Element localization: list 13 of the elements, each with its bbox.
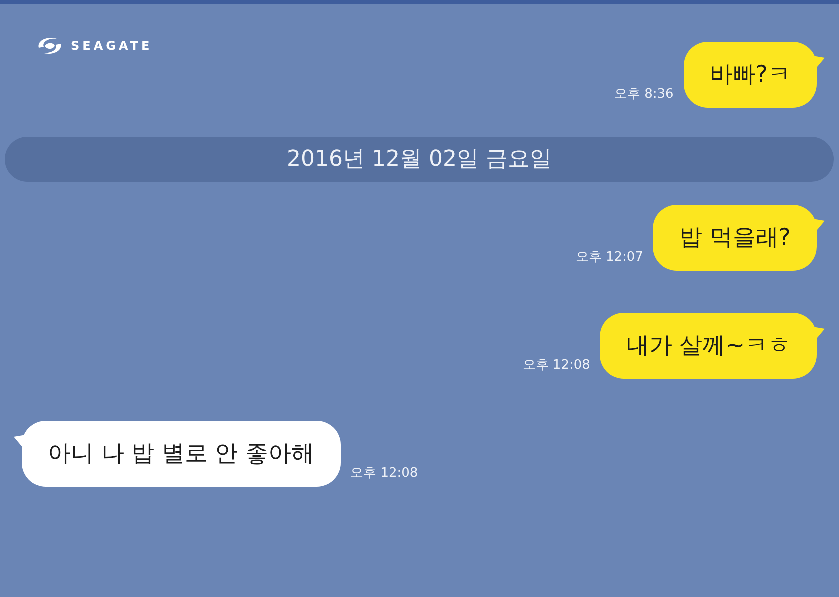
message-bubble: 아니 나 밥 별로 안 좋아해 xyxy=(22,421,341,487)
bubble-tail xyxy=(813,327,825,341)
message-bubble: 내가 살께~ㅋㅎ xyxy=(600,313,817,379)
message-time: 오후 12:07 xyxy=(576,248,644,266)
message-bubble: 밥 먹을래? xyxy=(653,205,817,271)
bubble-tail xyxy=(813,56,825,70)
message-time: 오후 12:08 xyxy=(350,464,418,482)
message-time: 오후 12:08 xyxy=(522,356,590,374)
bubble-tail xyxy=(813,219,825,233)
logo-text: SEAGATE xyxy=(71,38,153,55)
message-bubble: 바빠?ㅋ xyxy=(684,42,817,108)
bubble-tail xyxy=(14,435,26,449)
message-time: 오후 8:36 xyxy=(614,86,674,104)
